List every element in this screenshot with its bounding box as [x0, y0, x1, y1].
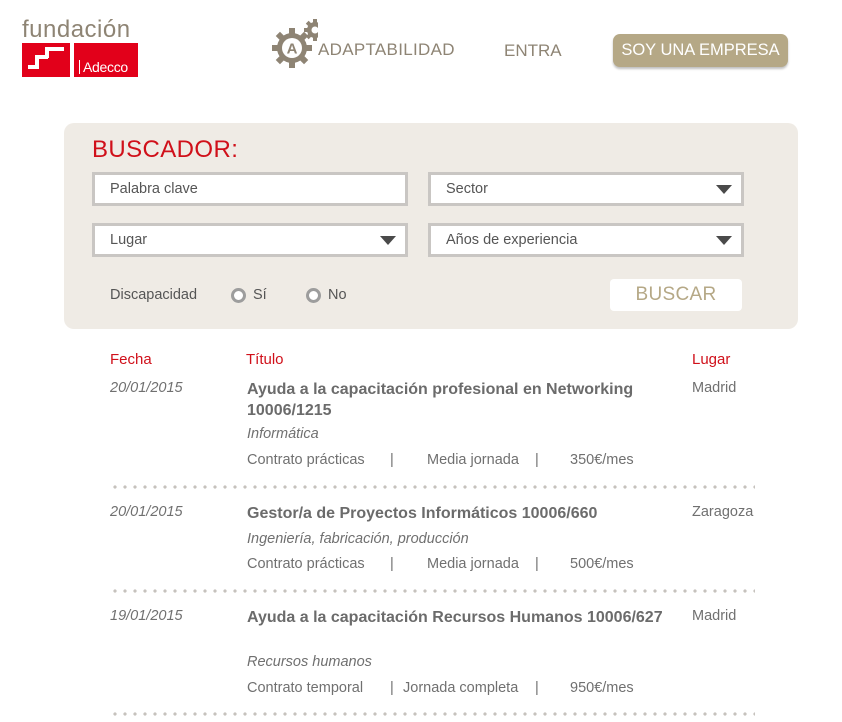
sector-select[interactable]: Sector — [428, 172, 744, 206]
logo-brand-box: Adecco — [74, 43, 138, 77]
result-date: 20/01/2015 — [110, 380, 183, 396]
chevron-down-icon — [716, 236, 732, 245]
dotted-divider — [110, 485, 755, 489]
lugar-select-value: Lugar — [110, 232, 148, 248]
column-header-fecha[interactable]: Fecha — [110, 351, 152, 368]
fundacion-adecco-logo[interactable]: fundación Adecco — [22, 16, 140, 78]
result-sector: Ingeniería, fabricación, producción — [247, 531, 469, 547]
result-place: Zaragoza — [692, 504, 754, 520]
buscar-button[interactable]: BUSCAR — [610, 279, 742, 311]
gears-icon: A — [272, 18, 326, 68]
soy-una-empresa-button[interactable]: SOY UNA EMPRESA — [613, 34, 788, 67]
result-sector: Recursos humanos — [247, 654, 372, 670]
discapacidad-radio-si[interactable]: Sí — [231, 287, 267, 303]
result-contract: Contrato prácticas — [247, 556, 365, 572]
meta-separator: | — [535, 680, 539, 696]
meta-separator: | — [390, 452, 394, 468]
nav-adaptabilidad[interactable]: A ADAPTABILIDAD — [272, 18, 455, 68]
column-header-lugar[interactable]: Lugar — [692, 351, 730, 368]
result-title-link[interactable]: Ayuda a la capacitación profesional en N… — [247, 379, 677, 421]
experiencia-select[interactable]: Años de experiencia — [428, 223, 744, 257]
result-date: 20/01/2015 — [110, 504, 183, 520]
search-title: BUSCADOR: — [92, 136, 239, 163]
meta-separator: | — [390, 556, 394, 572]
keyword-placeholder: Palabra clave — [110, 181, 198, 197]
dotted-divider — [110, 712, 755, 716]
experiencia-select-value: Años de experiencia — [446, 232, 578, 248]
discapacidad-radio-no[interactable]: No — [306, 287, 347, 303]
result-date: 19/01/2015 — [110, 608, 183, 624]
column-header-titulo[interactable]: Título — [246, 351, 284, 368]
result-sector: Informática — [247, 426, 319, 442]
radio-si-label: Sí — [253, 287, 267, 303]
meta-separator: | — [390, 680, 394, 696]
lugar-select[interactable]: Lugar — [92, 223, 408, 257]
result-schedule: Media jornada — [427, 452, 519, 468]
result-contract: Contrato temporal — [247, 680, 364, 696]
gear-letter: A — [287, 41, 298, 58]
keyword-input[interactable]: Palabra clave — [92, 172, 408, 206]
result-salary: 950€/mes — [570, 680, 634, 696]
result-schedule: Media jornada — [427, 556, 519, 572]
dotted-divider — [110, 589, 755, 593]
result-schedule: Jornada completa — [403, 680, 519, 696]
radio-circle-icon — [306, 287, 321, 303]
logo-brand-text: Adecco — [83, 59, 128, 75]
search-panel: BUSCADOR: Palabra clave Sector Lugar Año… — [64, 123, 798, 329]
meta-separator: | — [535, 556, 539, 572]
radio-circle-icon — [231, 287, 246, 303]
nav-entra-link[interactable]: ENTRA — [504, 41, 562, 61]
discapacidad-label: Discapacidad — [110, 287, 198, 303]
result-place: Madrid — [692, 608, 737, 624]
result-contract: Contrato prácticas — [247, 452, 365, 468]
nav-adaptabilidad-label: ADAPTABILIDAD — [318, 40, 455, 59]
result-place: Madrid — [692, 380, 737, 396]
radio-no-label: No — [328, 287, 347, 303]
chevron-down-icon — [716, 185, 732, 194]
result-title-link[interactable]: Ayuda a la capacitación Recursos Humanos… — [247, 607, 677, 628]
result-salary: 350€/mes — [570, 452, 634, 468]
sector-select-value: Sector — [446, 181, 488, 197]
result-title-link[interactable]: Gestor/a de Proyectos Informáticos 10006… — [247, 503, 677, 524]
logo-wordmark: fundación — [22, 16, 131, 43]
chevron-down-icon — [380, 236, 396, 245]
result-salary: 500€/mes — [570, 556, 634, 572]
meta-separator: | — [535, 452, 539, 468]
logo-steps-icon — [22, 43, 70, 77]
